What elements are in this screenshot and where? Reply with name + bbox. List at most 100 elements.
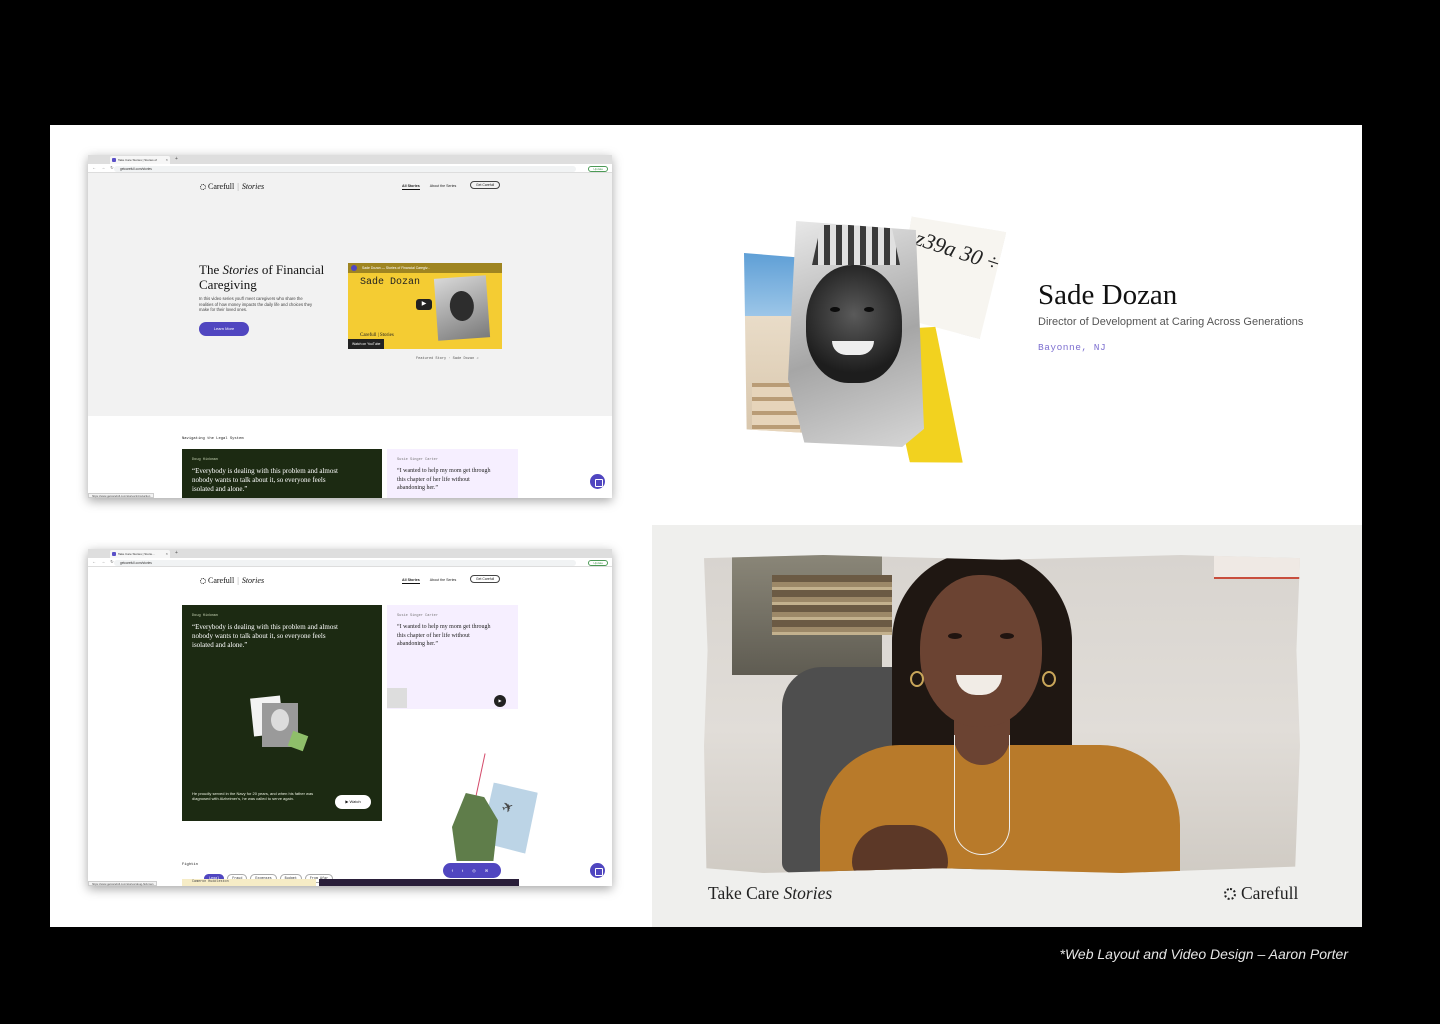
lanyard — [954, 735, 1010, 855]
close-icon[interactable]: × — [166, 550, 168, 558]
site-header: Carefull | Stories All Stories About the Se… — [88, 173, 612, 199]
shelf — [1214, 555, 1300, 579]
card-quote: “I wanted to help my mom get through thi… — [397, 624, 491, 647]
logo-brand: Carefull — [208, 576, 235, 585]
url-bar[interactable]: getcarefull.com/stories — [114, 559, 576, 566]
story-card-susie[interactable]: Susie Singer Carter “I wanted to help my… — [387, 449, 518, 498]
share-icons[interactable]: f t ◎ ✉ — [443, 863, 501, 878]
nav-arrows-icon[interactable]: ← → ↻ — [92, 559, 116, 564]
browser-window-stories: Take Care Stories | Storie... × + ← → ↻ g… — [88, 549, 612, 886]
hero-section: The Stories of Financial Caregiving In t… — [88, 199, 612, 416]
browser-toolbar: ← → ↻ getcarefull.com/stories Update — [88, 558, 612, 567]
story-card-doug[interactable]: Doug Hickman “Everybody is dealing with … — [182, 605, 382, 821]
video-brand-name: Carefull — [1241, 883, 1299, 903]
card-body: He proudly served in the Navy for 20 yea… — [192, 791, 314, 802]
card-name: Susie Singer Carter — [397, 614, 438, 618]
carefull-logo-icon — [200, 184, 206, 190]
watch-on-youtube-button[interactable]: Watch on YouTube — [348, 339, 385, 349]
video-title-pre: Take Care — [708, 883, 784, 903]
tab-title: Take Care Stories | Storie... — [118, 552, 155, 556]
status-bar-url: https://www.getcarefull.com/stories/doug… — [88, 881, 158, 886]
earring-icon — [1042, 671, 1056, 687]
profile-panel: z39a 30 ÷ Sade Dozan Director of Develop… — [652, 125, 1362, 525]
site-logo[interactable]: Carefull | Stories — [200, 576, 264, 585]
watch-button[interactable]: ▶ Watch — [335, 795, 371, 809]
update-button[interactable]: Update — [588, 165, 608, 172]
profile-location: Bayonne, NJ — [1038, 342, 1107, 353]
channel-avatar-icon — [351, 265, 357, 271]
card-quote: “I wanted to help my mom get through thi… — [397, 468, 491, 491]
play-icon[interactable]: ▶ — [494, 695, 506, 707]
logo-divider: | — [237, 182, 239, 191]
nav-about-series[interactable]: About the Series — [430, 578, 457, 582]
featured-story-link[interactable]: Featured Story · Sade Dozan ↗ — [416, 356, 479, 361]
susie-avatar — [387, 688, 407, 708]
card-name: Susie Singer Carter — [397, 458, 438, 462]
play-icon[interactable]: ▶ — [416, 299, 432, 310]
portrait-face — [448, 290, 475, 322]
favicon-icon — [112, 158, 116, 162]
carefull-logo-icon — [1224, 888, 1236, 900]
wall-painting — [732, 555, 892, 675]
tab-title: Take Care Stories | Stories of — [118, 158, 157, 162]
get-carefull-button[interactable]: Get Carefull — [470, 181, 501, 189]
browser-tab[interactable]: Take Care Stories | Storie... × — [110, 550, 170, 558]
site-nav-links: All Stories About the Series — [402, 578, 466, 584]
interview-video-frame[interactable] — [704, 555, 1300, 873]
profile-name: Sade Dozan — [1038, 279, 1178, 311]
logo-brand: Carefull — [208, 182, 235, 191]
earring-icon — [910, 671, 924, 687]
carefull-logo-icon — [200, 578, 206, 584]
story-card-cameron[interactable]: Cameron Huddleston — [182, 879, 316, 886]
video-series-title: Take Care Stories — [708, 883, 832, 904]
hero-title: The Stories of Financial Caregiving — [199, 262, 339, 292]
card-name: Doug Hickman — [192, 614, 218, 618]
favicon-icon — [112, 552, 116, 556]
card-quote: “Everybody is dealing with this problem … — [192, 623, 339, 649]
nav-arrows-icon[interactable]: ← → ↻ — [92, 165, 116, 170]
browser-toolbar: ← → ↻ getcarefull.com/stories Update — [88, 164, 612, 173]
left-panel: Take Care Stories | Stories of × + ← → ↻ … — [50, 125, 652, 927]
doug-collage-image — [250, 693, 310, 759]
new-tab-icon[interactable]: + — [175, 155, 178, 164]
nav-all-stories[interactable]: All Stories — [402, 578, 420, 584]
video-title-em: Stories — [783, 883, 833, 903]
section-label: Fightin — [182, 863, 198, 867]
browser-tab[interactable]: Take Care Stories | Stories of × — [110, 156, 170, 164]
video-header: Sade Dozan — Stories of Financial Caregi… — [348, 263, 502, 273]
learn-more-button[interactable]: Learn More — [199, 322, 249, 336]
hero-title-em: Stories — [222, 262, 259, 277]
video-panel: Take Care Stories Carefull — [652, 525, 1362, 927]
portrait-photo — [788, 221, 924, 447]
story-card-dark[interactable] — [319, 879, 519, 886]
person-hand — [852, 825, 948, 873]
person-face — [920, 575, 1042, 727]
video-logo: Carefull | Stories — [360, 333, 394, 338]
update-button[interactable]: Update — [588, 559, 608, 566]
video-embed[interactable]: Sade Dozan — Stories of Financial Caregi… — [348, 263, 502, 349]
video-name: Sade Dozan — [360, 277, 421, 288]
stories-section: Navigating the Legal System Doug Hickman… — [88, 416, 612, 498]
video-brand-logo: Carefull — [1224, 883, 1298, 904]
nav-about-series[interactable]: About the Series — [430, 184, 457, 188]
chat-icon[interactable] — [590, 863, 605, 878]
close-icon[interactable]: × — [166, 156, 168, 164]
story-card-doug[interactable]: Doug Hickman “Everybody is dealing with … — [182, 449, 382, 498]
section-label: Navigating the Legal System — [182, 437, 244, 441]
chat-icon[interactable] — [590, 474, 605, 489]
story-card-susie[interactable]: Susie Singer Carter “I wanted to help my… — [387, 605, 518, 709]
logo-divider: | — [237, 576, 239, 585]
video-portrait — [433, 275, 491, 341]
browser-tab-strip: Take Care Stories | Storie... × + — [88, 549, 612, 565]
url-bar[interactable]: getcarefull.com/stories — [114, 165, 576, 172]
nav-all-stories[interactable]: All Stories — [402, 184, 420, 190]
browser-tab-strip: Take Care Stories | Stories of × + — [88, 155, 612, 171]
site-header: Carefull | Stories All Stories About the Se… — [88, 567, 612, 593]
site-logo[interactable]: Carefull | Stories — [200, 182, 264, 191]
profile-collage-image: z39a 30 ÷ — [744, 207, 1004, 477]
design-credit: *Web Layout and Video Design – Aaron Por… — [1059, 946, 1348, 962]
get-carefull-button[interactable]: Get Carefull — [470, 575, 501, 583]
status-bar-url: https://www.getcarefull.com/stories/intr… — [88, 493, 155, 498]
stories-grid: Doug Hickman “Everybody is dealing with … — [88, 593, 612, 886]
new-tab-icon[interactable]: + — [175, 549, 178, 558]
